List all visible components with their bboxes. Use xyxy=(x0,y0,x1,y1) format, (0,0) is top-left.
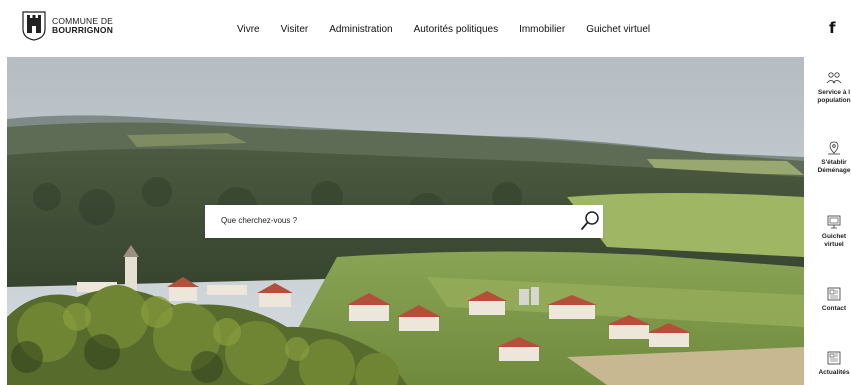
search-input[interactable]: Que cherchez-vous ? xyxy=(221,216,297,225)
sidebar-item-label: S'établir Déménage xyxy=(817,159,851,174)
location-icon xyxy=(828,141,840,155)
brand-line2: BOURRIGNON xyxy=(52,25,114,35)
search-box[interactable]: Que cherchez-vous ? xyxy=(205,205,603,238)
nav-vivre[interactable]: Vivre xyxy=(237,24,260,35)
computer-icon xyxy=(827,215,841,229)
sidebar-item-label: Actualités xyxy=(818,369,850,376)
contact-card-icon xyxy=(827,287,841,301)
sidebar-item-guichet-virtuel[interactable]: Guichet virtuel xyxy=(804,215,851,249)
sidebar-item-label: Service à l population xyxy=(817,89,851,104)
nav-administration[interactable]: Administration xyxy=(329,24,392,35)
nav-immobilier[interactable]: Immobilier xyxy=(519,24,565,35)
sidebar-item-label: Contact xyxy=(821,305,847,312)
sidebar-item-contact[interactable]: Contact xyxy=(804,287,851,313)
sidebar-item-service-population[interactable]: Service à l population xyxy=(804,71,851,105)
facebook-icon[interactable]: f xyxy=(829,19,836,37)
site-logo[interactable]: COMMUNE DE BOURRIGNON xyxy=(22,11,113,41)
main-nav: Vivre Visiter Administration Autorités p… xyxy=(237,24,650,35)
sidebar-item-actualites[interactable]: Actualités xyxy=(804,351,851,377)
sidebar-item-label: Guichet virtuel xyxy=(821,233,847,248)
search-icon[interactable] xyxy=(580,210,600,232)
news-icon xyxy=(827,351,841,365)
nav-autorites-politiques[interactable]: Autorités politiques xyxy=(414,24,499,35)
coat-of-arms-icon xyxy=(22,11,46,41)
nav-visiter[interactable]: Visiter xyxy=(281,24,309,35)
sidebar-item-setablir[interactable]: S'établir Déménage xyxy=(804,141,851,175)
site-header: COMMUNE DE BOURRIGNON Vivre Visiter Admi… xyxy=(0,0,851,57)
nav-guichet-virtuel[interactable]: Guichet virtuel xyxy=(586,24,650,35)
people-icon xyxy=(826,72,842,84)
quick-links-sidebar: Service à l population S'établir Déménag… xyxy=(804,57,851,385)
